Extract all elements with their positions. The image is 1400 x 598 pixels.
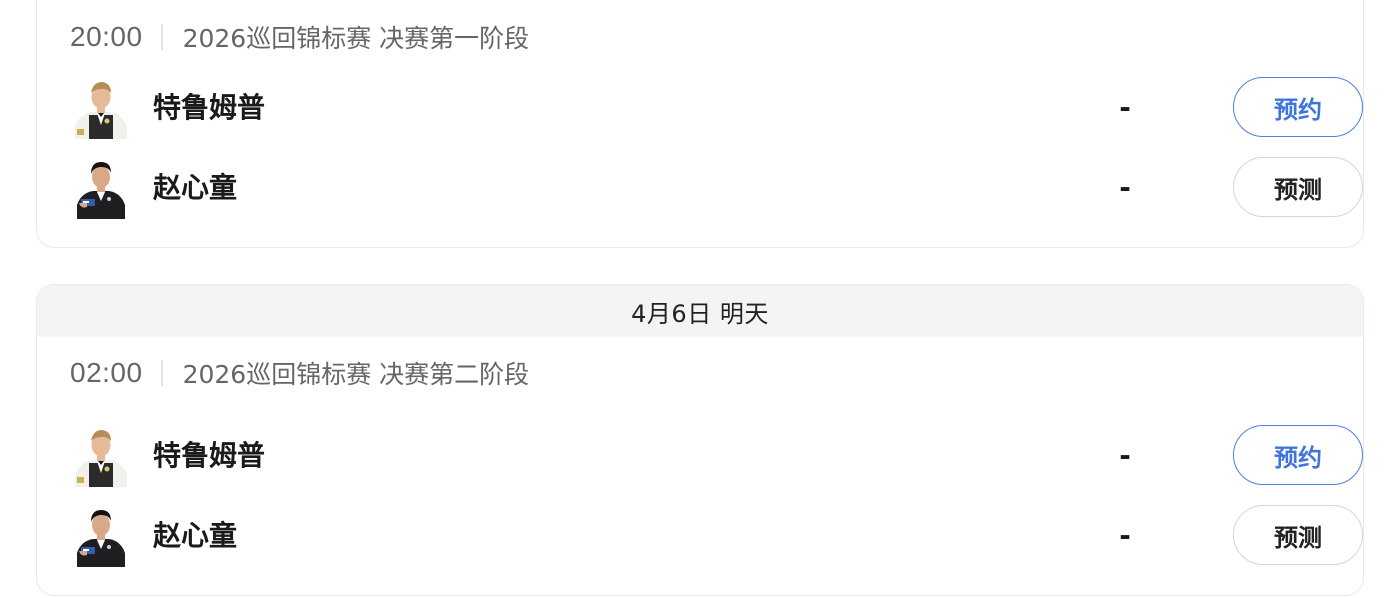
- match-time: 02:00: [70, 357, 143, 388]
- player-name: 特鲁姆普: [153, 91, 266, 124]
- match-entry: 20:00 2026巡回锦标赛 决赛第一阶段 特鲁姆普 - 预约 赵心童 - 预…: [37, 1, 1363, 247]
- player-avatar-icon: [77, 162, 125, 219]
- player-name: 赵心童: [153, 519, 238, 552]
- player-score: -: [1119, 91, 1131, 124]
- match-card[interactable]: 20:00 2026巡回锦标赛 决赛第一阶段 特鲁姆普 - 预约 赵心童 - 预…: [36, 0, 1364, 248]
- predict-button[interactable]: 预测: [1233, 505, 1363, 565]
- predict-button[interactable]: 预测: [1233, 157, 1363, 217]
- reserve-button[interactable]: 预约: [1233, 425, 1363, 485]
- reserve-button[interactable]: 预约: [1233, 77, 1363, 137]
- player-score: -: [1119, 171, 1131, 204]
- match-card[interactable]: 4月6日 明天 02:00 2026巡回锦标赛 决赛第二阶段 特鲁姆普 - 预约: [36, 284, 1364, 596]
- player-name: 赵心童: [153, 171, 238, 204]
- player-avatar-icon: [77, 510, 125, 567]
- event-name: 2026巡回锦标赛 决赛第一阶段: [182, 24, 530, 53]
- match-meta: 02:00 2026巡回锦标赛 决赛第二阶段: [70, 353, 529, 393]
- player-score: -: [1119, 439, 1131, 472]
- meta-divider: [160, 360, 163, 386]
- player-row: 赵心童 - 预测: [73, 505, 1363, 567]
- player-avatar-icon: [75, 430, 127, 487]
- player-name: 特鲁姆普: [153, 439, 266, 472]
- player-avatar-icon: [75, 82, 127, 139]
- date-header: 4月6日 明天: [37, 285, 1363, 337]
- meta-divider: [160, 24, 163, 50]
- player-row: 赵心童 - 预测: [73, 157, 1363, 219]
- match-meta: 20:00 2026巡回锦标赛 决赛第一阶段: [70, 17, 529, 57]
- player-score: -: [1119, 519, 1131, 552]
- event-name: 2026巡回锦标赛 决赛第二阶段: [182, 360, 530, 389]
- player-row: 特鲁姆普 - 预约: [73, 425, 1363, 487]
- player-row: 特鲁姆普 - 预约: [73, 77, 1363, 139]
- match-time: 20:00: [70, 21, 143, 52]
- match-entry: 02:00 2026巡回锦标赛 决赛第二阶段 特鲁姆普 - 预约 赵心童 - 预…: [37, 337, 1363, 595]
